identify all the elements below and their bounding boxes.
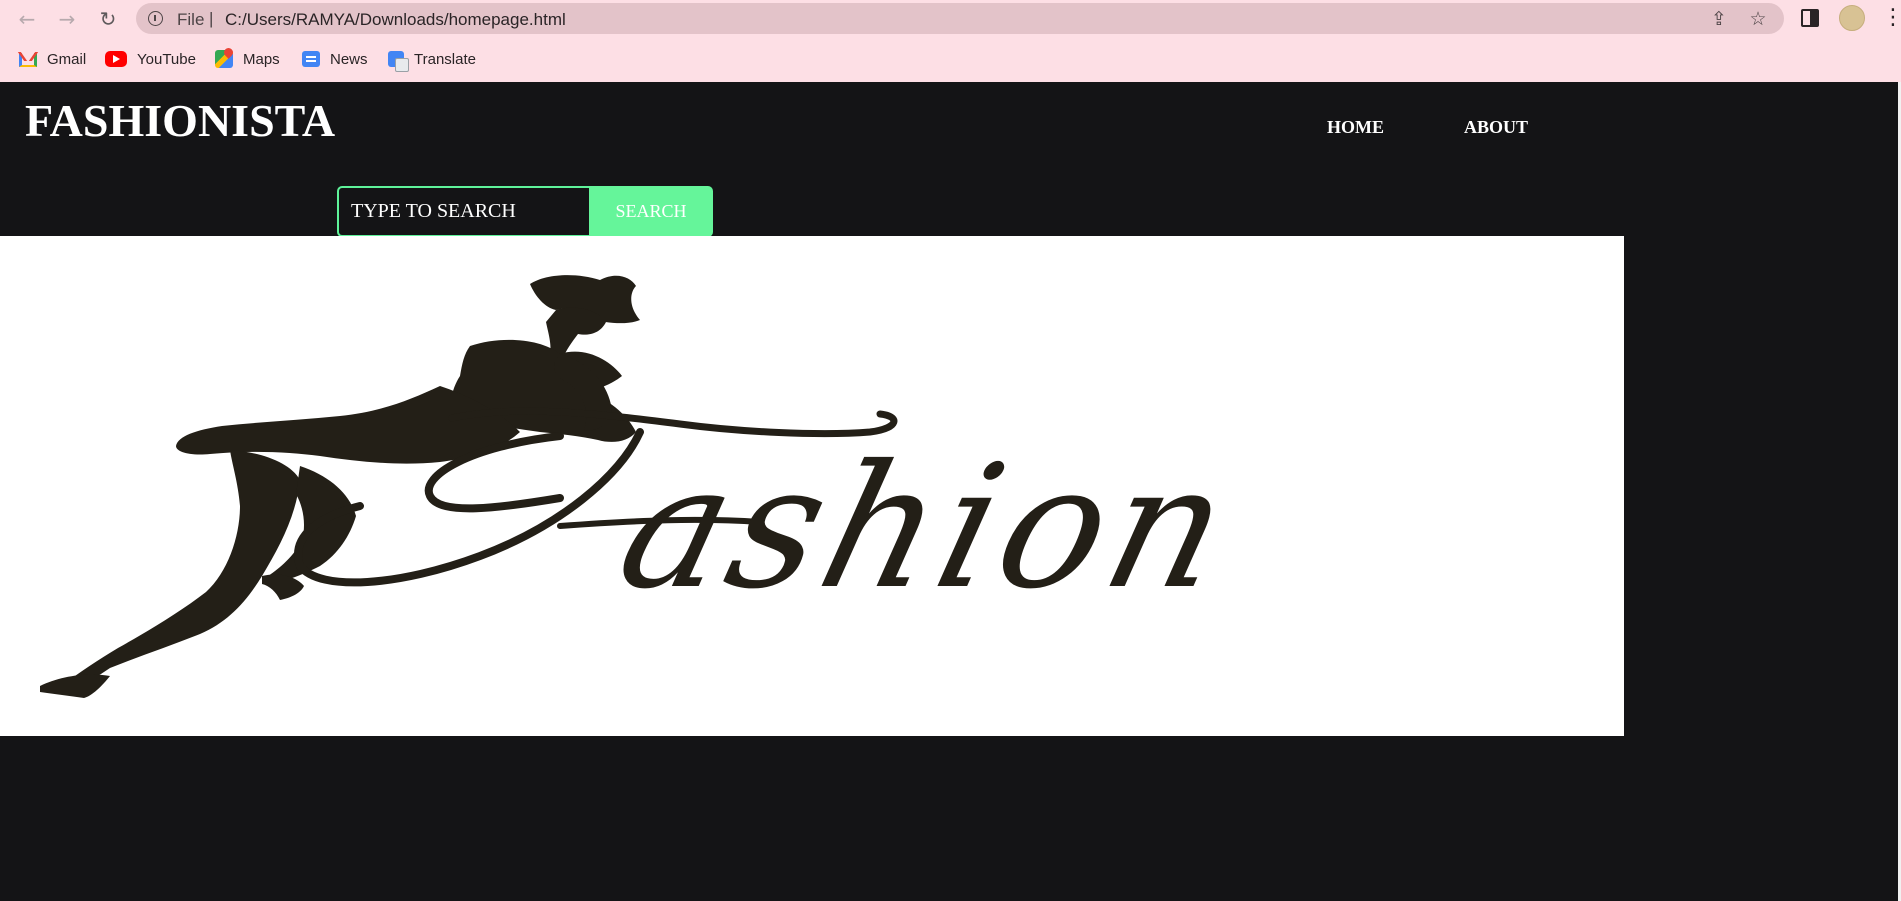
hero-banner: ashion bbox=[0, 236, 1624, 736]
share-icon[interactable]: ⇪ bbox=[1707, 7, 1731, 31]
url-text[interactable]: C:/Users/RAMYA/Downloads/homepage.html bbox=[225, 10, 566, 30]
side-panel-icon[interactable] bbox=[1801, 9, 1819, 27]
gmail-icon bbox=[19, 53, 37, 67]
menu-kebab-icon[interactable]: ⋮ bbox=[1882, 4, 1901, 32]
search-form: SEARCH bbox=[337, 186, 713, 237]
bookmark-translate[interactable]: Translate bbox=[388, 47, 476, 72]
bookmarks-bar: Gmail YouTube Maps News Translate bbox=[0, 44, 1901, 74]
nav-home-link[interactable]: HOME bbox=[1327, 117, 1384, 138]
search-input[interactable] bbox=[337, 186, 589, 237]
site-logo-title[interactable]: FASHIONISTA bbox=[25, 94, 335, 147]
address-bar[interactable]: File | C:/Users/RAMYA/Downloads/homepage… bbox=[136, 3, 1784, 34]
bookmark-gmail[interactable]: Gmail bbox=[19, 47, 86, 71]
back-arrow-icon[interactable]: ← bbox=[13, 5, 41, 33]
youtube-icon bbox=[105, 51, 127, 67]
url-scheme: File bbox=[177, 10, 205, 29]
search-button[interactable]: SEARCH bbox=[589, 186, 713, 237]
page-viewport: FASHIONISTA HOME ABOUT SEARCH bbox=[0, 82, 1901, 901]
maps-icon bbox=[215, 50, 233, 68]
bookmark-label: News bbox=[330, 50, 368, 68]
bookmark-label: Translate bbox=[414, 50, 476, 68]
bookmark-label: YouTube bbox=[137, 50, 196, 68]
forward-arrow-icon[interactable]: → bbox=[53, 5, 81, 33]
bookmark-maps[interactable]: Maps bbox=[215, 47, 280, 71]
reload-icon[interactable]: ↻ bbox=[94, 5, 122, 33]
nav-about-link[interactable]: ABOUT bbox=[1464, 117, 1528, 138]
fashion-logo-image: ashion bbox=[40, 275, 1253, 698]
svg-text:ashion: ashion bbox=[603, 428, 1253, 626]
browser-toolbar: ← → ↻ File | C:/Users/RAMYA/Downloads/ho… bbox=[0, 0, 1901, 37]
profile-avatar[interactable] bbox=[1839, 5, 1865, 31]
bookmark-star-icon[interactable]: ☆ bbox=[1746, 7, 1770, 31]
bookmark-youtube[interactable]: YouTube bbox=[105, 47, 196, 71]
bookmark-label: Gmail bbox=[47, 50, 87, 68]
site-info-icon[interactable] bbox=[148, 11, 163, 26]
news-icon bbox=[302, 48, 320, 67]
bookmark-label: Maps bbox=[243, 50, 280, 68]
browser-chrome: ← → ↻ File | C:/Users/RAMYA/Downloads/ho… bbox=[0, 0, 1901, 82]
translate-icon bbox=[388, 51, 409, 72]
bookmark-news[interactable]: News bbox=[302, 47, 368, 71]
url-separator: | bbox=[209, 9, 214, 28]
